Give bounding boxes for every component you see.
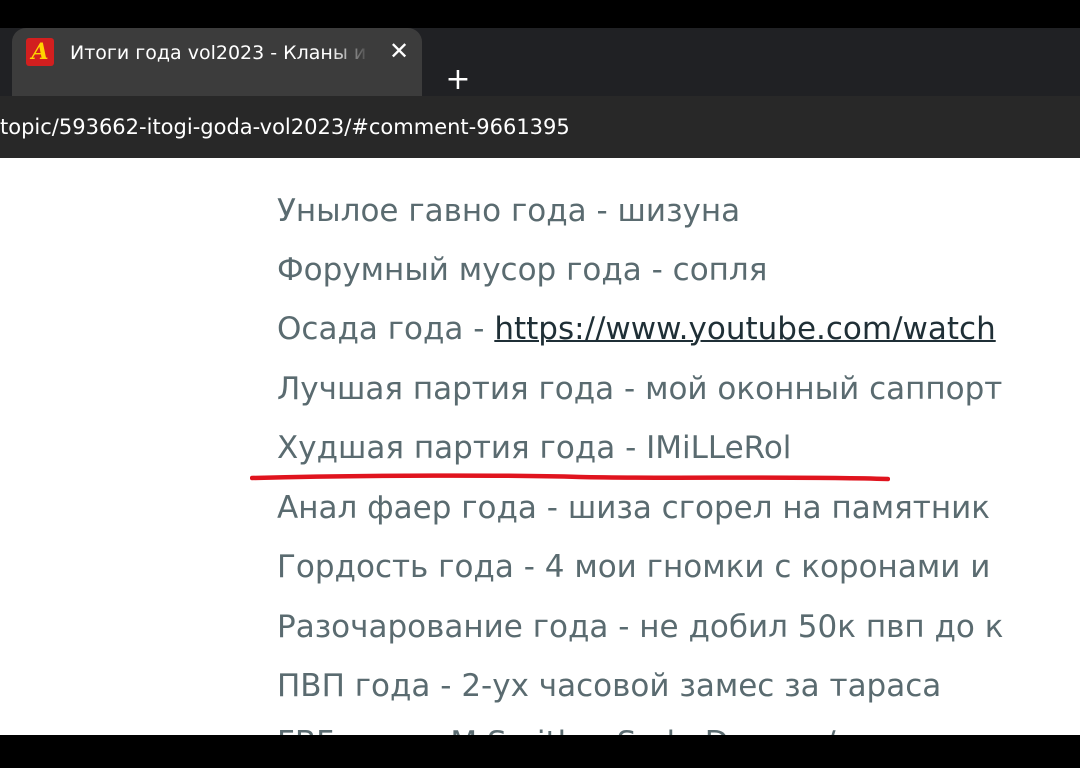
red-underline-annotation bbox=[250, 473, 890, 482]
post-line: Разочарование года - не добил 50к пвп до… bbox=[277, 609, 1004, 645]
top-letterbox bbox=[0, 0, 1080, 28]
tab-active[interactable]: A Итоги года vol2023 - Кланы и ✕ bbox=[12, 28, 422, 96]
tab-title: Итоги года vol2023 - Кланы и bbox=[70, 42, 367, 64]
site-favicon-icon: A bbox=[26, 38, 54, 66]
bottom-letterbox bbox=[0, 735, 1080, 768]
youtube-link[interactable]: https://www.youtube.com/watch bbox=[494, 311, 995, 347]
browser-toolbar: topic/593662-itogi-goda-vol2023/#comment… bbox=[0, 96, 1080, 158]
address-bar[interactable]: topic/593662-itogi-goda-vol2023/#comment… bbox=[0, 96, 1080, 158]
screenshot-frame: A Итоги года vol2023 - Кланы и ✕ + topic… bbox=[0, 0, 1080, 768]
url-text[interactable]: topic/593662-itogi-goda-vol2023/#comment… bbox=[0, 110, 1080, 144]
post-line: Форумный мусор года - сопля bbox=[277, 252, 768, 288]
post-line: Унылое гавно года - шизуна bbox=[277, 193, 741, 229]
post-line: Осада года - https://www.youtube.com/wat… bbox=[277, 309, 996, 349]
post-line: Лучшая партия года - мой оконный саппорт bbox=[277, 371, 1003, 407]
underline-stroke bbox=[250, 473, 890, 482]
post-line-highlighted: Худшая партия года - IMiLLeRol bbox=[277, 430, 792, 466]
post-line: ПВП года - 2-ух часовой замес за тараса bbox=[277, 668, 942, 704]
close-icon[interactable]: ✕ bbox=[384, 36, 414, 66]
post-line: Анал фаер года - шиза сгорел на памятник bbox=[277, 490, 990, 526]
tab-strip: A Итоги года vol2023 - Кланы и ✕ + bbox=[0, 28, 1080, 96]
tab-title-fade bbox=[330, 38, 370, 68]
forum-post-content: Унылое гавно года - шизуна Форумный мусо… bbox=[0, 158, 1080, 735]
post-line-cut-off: FBF года - M Smith... Sml...Dreams/ bbox=[277, 723, 836, 735]
post-line-prefix: Осада года - bbox=[277, 311, 495, 347]
new-tab-button[interactable]: + bbox=[442, 64, 474, 96]
post-line: Гордость года - 4 мои гномки с коронами … bbox=[277, 549, 991, 585]
